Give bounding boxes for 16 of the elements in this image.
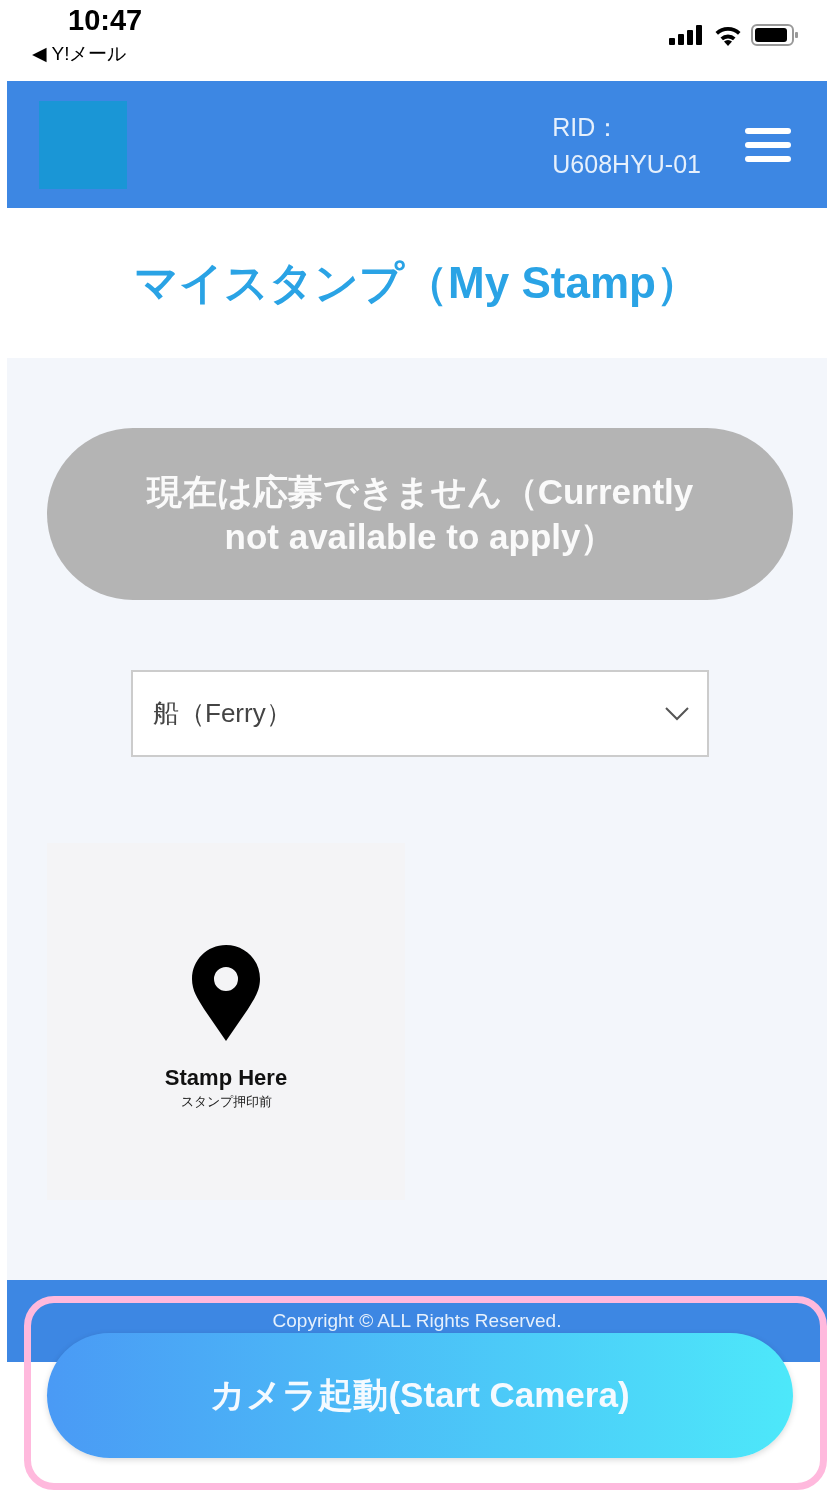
back-link[interactable]: ◀ Y!メール: [32, 41, 143, 67]
battery-icon: [751, 24, 799, 46]
page-title: マイスタンプ（My Stamp）: [133, 256, 701, 309]
stamp-subtitle: スタンプ押印前: [180, 1093, 272, 1111]
copyright-text: Copyright © ALL Rights Reserved.: [272, 1310, 562, 1333]
status-time: 10:47: [68, 4, 143, 37]
rid-label: RID：: [552, 111, 622, 143]
map-pin-icon: [192, 945, 260, 1041]
signal-icon: [669, 25, 705, 45]
wifi-icon: [713, 24, 743, 46]
stamp-card[interactable]: Stamp Here スタンプ押印前: [47, 843, 405, 1200]
category-select[interactable]: 船（Ferry）: [131, 670, 709, 757]
rid-value: U608HYU-01: [552, 149, 701, 179]
chevron-down-icon: [665, 706, 689, 721]
stamp-title: Stamp Here: [164, 1065, 288, 1091]
menu-icon[interactable]: [745, 127, 791, 162]
